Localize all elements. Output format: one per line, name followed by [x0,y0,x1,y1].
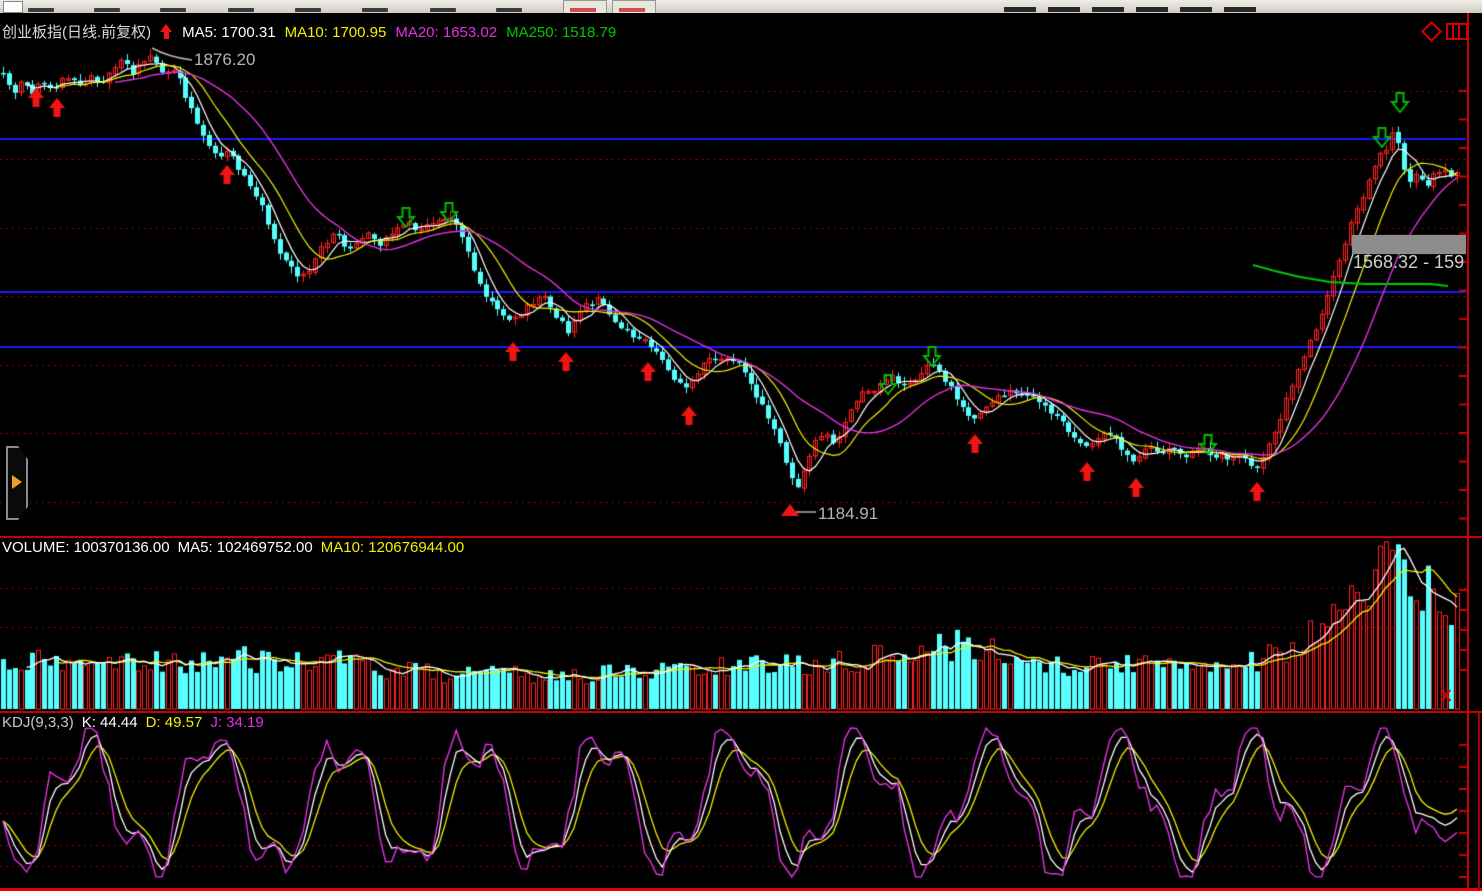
menu-item-clipped[interactable] [496,8,522,12]
chart-header: 创业板指(日线.前复权) MA5: 1700.31 MA10: 1700.95 MA2… [2,21,625,42]
close-panel-icon[interactable]: X [1441,688,1452,706]
ma10-value: MA10: 1700.95 [284,24,387,41]
main-price-chart-canvas[interactable] [0,13,1482,536]
menu-text-clipped [1136,7,1168,12]
price-range-label: 1568.32 - 159 [1353,252,1465,272]
menu-item-clipped[interactable] [160,8,186,12]
sidebar-expand-toggle[interactable] [6,446,28,520]
kdj-name: KDJ(9,3,3) [2,714,74,731]
kdj-header: KDJ(9,3,3) K: 44.44 D: 49.57 J: 34.19 [2,714,272,731]
price-axis-border [1467,13,1469,890]
volume-ma5-value: MA5: 102469752.00 [177,539,313,556]
ma5-value: MA5: 1700.31 [182,24,276,41]
menu-text-clipped [1180,7,1212,12]
kdj-d-value: D: 49.57 [145,714,203,731]
menu-item-clipped[interactable] [28,8,54,12]
volume-header: VOLUME: 100370136.00 MA5: 102469752.00 MA1… [2,539,472,556]
volume-value: VOLUME: 100370136.00 [2,539,170,556]
instrument-title: 创业板指(日线.前复权) [2,24,152,41]
menu-text-clipped [1224,7,1256,12]
app-logo-icon [3,1,23,13]
menu-item-clipped[interactable] [362,8,388,12]
volume-ma10-value: MA10: 120676944.00 [320,539,465,556]
menu-item-clipped[interactable] [430,8,456,12]
multi-window-icon[interactable] [1446,23,1468,40]
kdj-panel-top-border [0,711,1482,713]
low-price-annotation: 1184.91 [818,504,879,523]
kdj-axis-border [1478,713,1480,890]
ma20-value: MA20: 1653.02 [395,24,498,41]
menu-text-clipped [1048,7,1080,12]
menu-item-clipped[interactable] [228,8,254,12]
ma250-value: MA250: 1518.79 [506,24,617,41]
trading-app-window: 创业板指(日线.前复权) MA5: 1700.31 MA10: 1700.95 MA2… [0,0,1482,891]
menu-item-clipped[interactable] [295,8,321,12]
high-price-annotation: 1876.20 [194,50,256,69]
kdj-chart-canvas[interactable] [0,713,1482,888]
kdj-j-value: J: 34.19 [210,714,264,731]
menu-text-clipped [1092,7,1124,12]
menu-toolbar-box[interactable] [563,0,607,14]
menu-item-clipped[interactable] [94,8,120,12]
menu-toolbar-box[interactable] [612,0,656,14]
menu-text-clipped [1004,7,1036,12]
kdj-k-value: K: 44.44 [81,714,138,731]
volume-panel-top-border [0,536,1482,538]
volume-chart-canvas[interactable] [0,538,1482,710]
expand-arrow-icon [12,475,22,489]
price-up-arrow-icon [160,24,173,39]
menu-bar[interactable] [0,0,1482,14]
